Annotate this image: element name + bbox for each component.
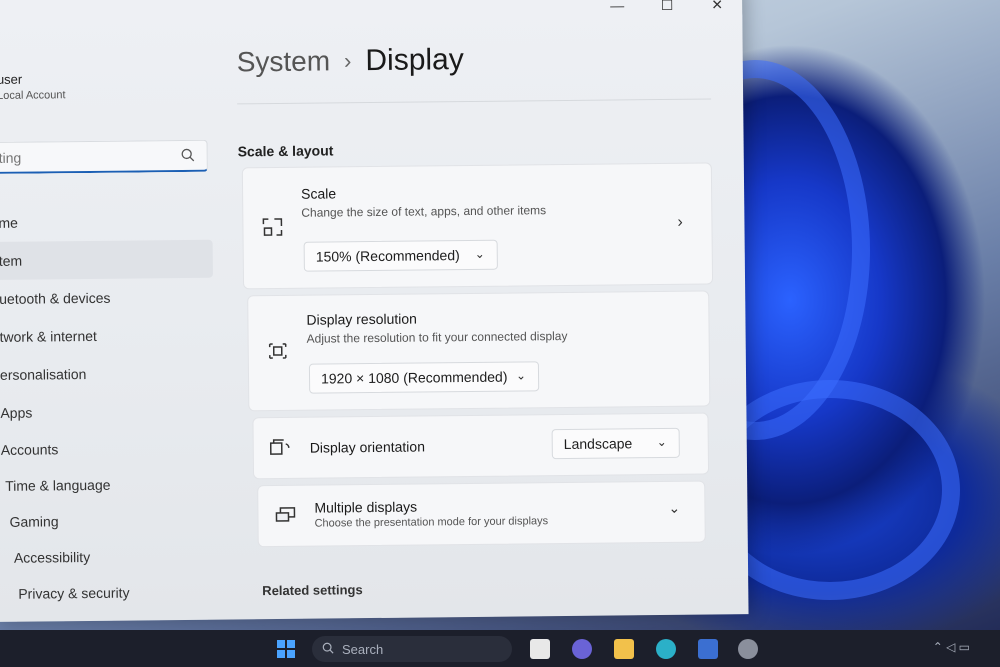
sidebar-item-label: twork & internet	[0, 327, 97, 345]
task-view-icon[interactable]	[530, 639, 550, 659]
sidebar-item-gaming[interactable]: Gaming	[0, 502, 216, 540]
chevron-down-icon: ⌄	[515, 368, 527, 383]
chevron-down-icon[interactable]: ⌄	[668, 500, 680, 517]
start-icon[interactable]	[276, 639, 296, 659]
resolution-title: Display resolution	[306, 310, 418, 328]
resolution-value: 1920 × 1080 (Recommended)	[320, 368, 508, 387]
sidebar-item-apps[interactable]: Apps	[0, 392, 215, 432]
resolution-icon	[267, 342, 289, 365]
settings-window: — ☐ ✕ user Local Account me tem uetooth …	[0, 0, 749, 622]
breadcrumb: System › Display	[237, 43, 464, 79]
orientation-dropdown[interactable]: Landscape ⌄	[551, 427, 680, 460]
chevron-down-icon: ⌄	[474, 246, 485, 261]
sidebar-item-label: Time & language	[5, 476, 111, 494]
scale-dropdown[interactable]: 150% (Recommended) ⌄	[303, 239, 498, 272]
window-controls: — ☐ ✕	[592, 0, 742, 20]
user-account-type: Local Account	[0, 89, 66, 102]
chat-icon[interactable]	[572, 639, 592, 659]
sidebar-item-label: uetooth & devices	[0, 289, 111, 307]
scale-icon	[261, 216, 283, 243]
orientation-title: Display orientation	[309, 438, 426, 456]
sidebar-nav: me tem uetooth & devices twork & interne…	[0, 202, 216, 612]
resolution-description: Adjust the resolution to fit your connec…	[306, 328, 568, 346]
sidebar-item-accessibility[interactable]: Accessibility	[0, 538, 216, 576]
taskbar-search[interactable]: Search	[312, 636, 512, 662]
scale-title: Scale	[301, 185, 337, 202]
store-icon[interactable]	[698, 639, 718, 659]
resolution-dropdown[interactable]: 1920 × 1080 (Recommended) ⌄	[308, 361, 540, 394]
edge-icon[interactable]	[656, 639, 676, 659]
settings-search-box[interactable]	[0, 139, 208, 174]
search-icon	[322, 642, 334, 657]
maximize-button[interactable]: ☐	[642, 0, 692, 19]
header-divider	[237, 98, 712, 105]
file-explorer-icon[interactable]	[614, 639, 634, 659]
sidebar-item-time-language[interactable]: Time & language	[0, 466, 215, 504]
sidebar-item-label: Apps	[0, 404, 33, 421]
search-icon[interactable]	[181, 148, 195, 167]
sidebar-item-label: tem	[0, 252, 23, 269]
sidebar-item-label: Accessibility	[13, 548, 91, 566]
taskbar: Search ⌃ ◁ ▭	[0, 630, 1000, 667]
close-button[interactable]: ✕	[692, 0, 742, 19]
breadcrumb-parent[interactable]: System	[237, 45, 331, 78]
sidebar-item-bluetooth[interactable]: uetooth & devices	[0, 278, 213, 318]
resolution-card: Display resolution Adjust the resolution…	[247, 290, 711, 412]
sidebar-item-label: Privacy & security	[18, 584, 130, 602]
sidebar-item-network[interactable]: twork & internet	[0, 316, 214, 356]
scale-card[interactable]: Scale Change the size of text, apps, and…	[241, 162, 714, 290]
taskbar-search-label: Search	[342, 641, 384, 657]
sidebar-item-label: me	[0, 214, 18, 231]
sidebar-item-label: Accounts	[0, 441, 59, 458]
orientation-card: Display orientation Landscape ⌄	[252, 412, 710, 480]
sidebar-item-privacy[interactable]: Privacy & security	[0, 574, 216, 612]
system-tray[interactable]: ⌃ ◁ ▭	[933, 640, 970, 654]
multiple-displays-title: Multiple displays	[314, 498, 418, 516]
search-input[interactable]	[0, 147, 169, 166]
user-name: user	[0, 71, 23, 87]
sidebar-item-accounts[interactable]: Accounts	[0, 430, 215, 468]
multiple-displays-description: Choose the presentation mode for your di…	[314, 515, 549, 530]
sidebar-item-personalisation[interactable]: ersonalisation	[0, 354, 214, 394]
settings-icon[interactable]	[738, 639, 758, 659]
page-title: Display	[365, 43, 464, 78]
breadcrumb-separator: ›	[343, 48, 352, 74]
scale-description: Change the size of text, apps, and other…	[301, 203, 547, 220]
related-settings-heading: Related settings	[262, 582, 363, 599]
chevron-right-icon[interactable]: ›	[677, 214, 683, 232]
scale-value: 150% (Recommended)	[315, 247, 460, 265]
sidebar-item-home[interactable]: me	[0, 202, 213, 242]
section-title: Scale & layout	[237, 142, 334, 160]
sidebar-item-label: ersonalisation	[0, 366, 87, 383]
orientation-icon	[269, 438, 292, 461]
minimize-button[interactable]: —	[592, 0, 642, 20]
sidebar-item-system[interactable]: tem	[0, 239, 213, 280]
orientation-value: Landscape	[563, 435, 633, 453]
multiple-displays-icon	[274, 506, 296, 529]
sidebar-item-label: Gaming	[9, 513, 59, 530]
multiple-displays-card[interactable]: Multiple displays Choose the presentatio…	[257, 480, 706, 548]
chevron-down-icon: ⌄	[656, 434, 667, 450]
